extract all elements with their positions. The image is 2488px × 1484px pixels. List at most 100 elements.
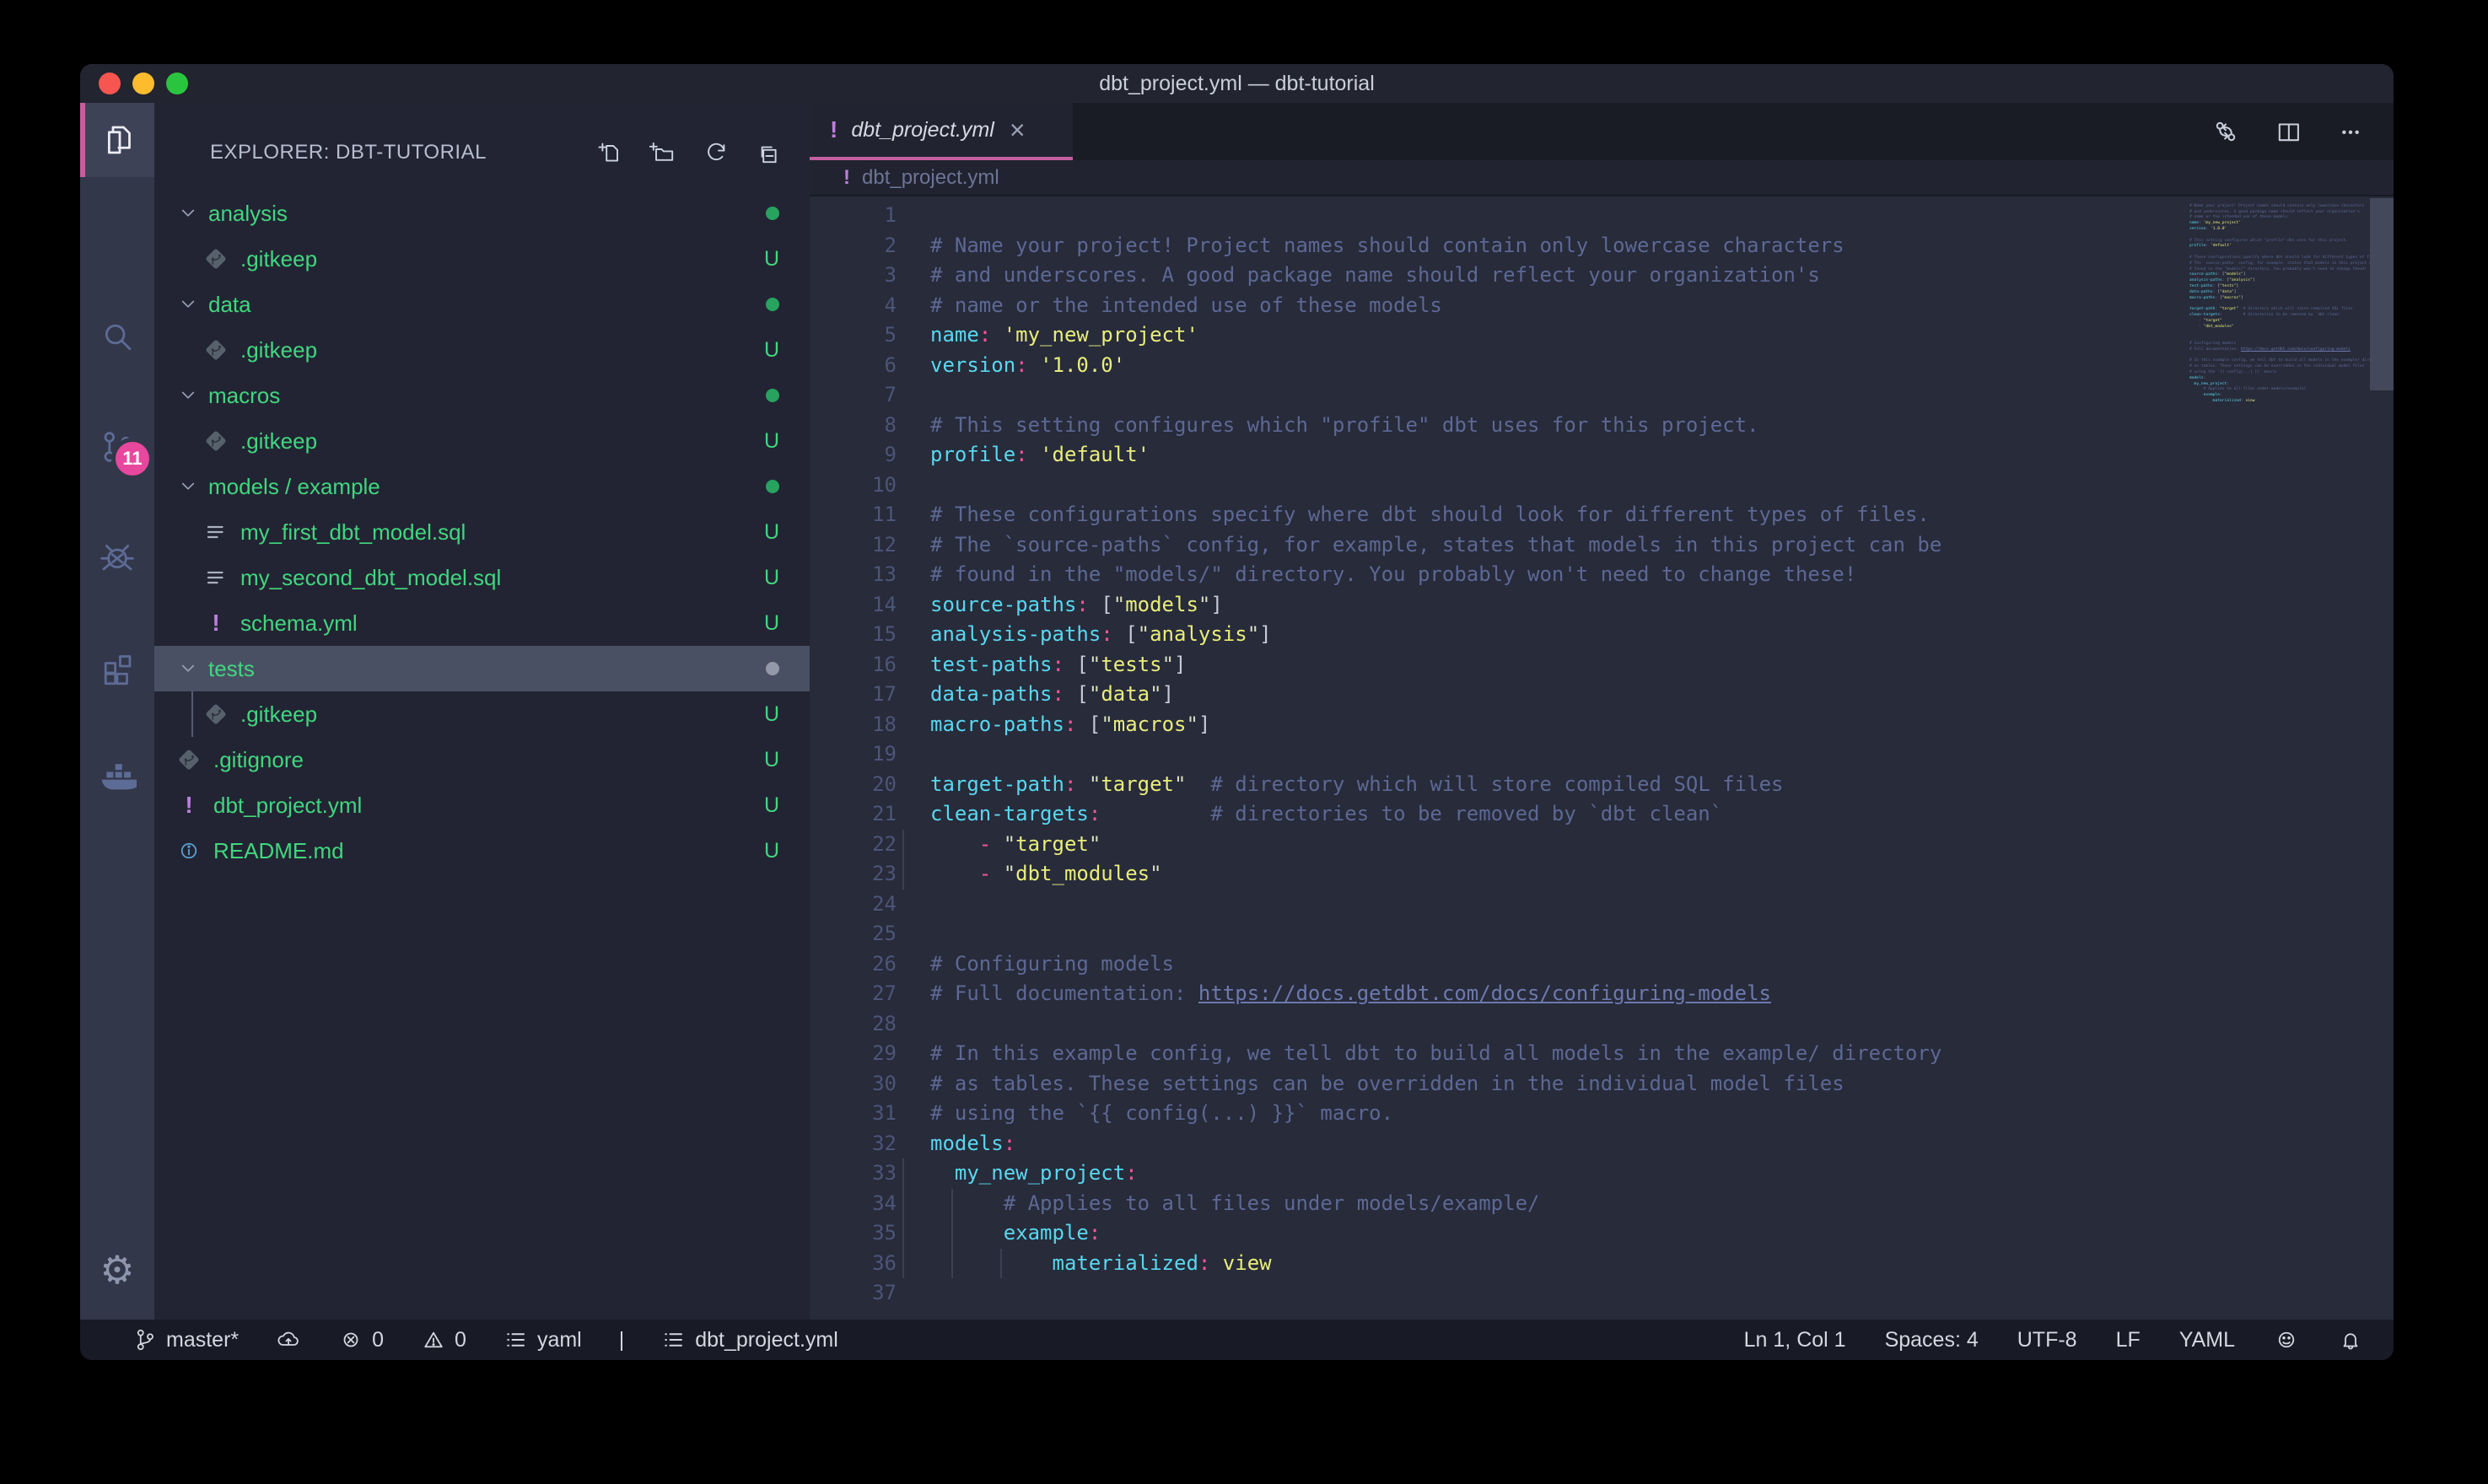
status-cursor-position[interactable]: Ln 1, Col 1: [1744, 1328, 1846, 1352]
extensions-icon: [98, 647, 137, 686]
code-line-1[interactable]: 1: [810, 201, 2183, 231]
tree-folder-tests[interactable]: tests: [154, 646, 810, 691]
code-line-20[interactable]: 20target-path: "target" # directory whic…: [810, 770, 2183, 800]
breadcrumb-item-file[interactable]: dbt_project.yml: [862, 166, 999, 190]
code-line-17[interactable]: 17data-paths: ["data"]: [810, 680, 2183, 710]
close-tab-icon[interactable]: ×: [1010, 116, 1026, 143]
code-line-9[interactable]: 9profile: 'default': [810, 440, 2183, 470]
status-encoding[interactable]: UTF-8: [2017, 1328, 2077, 1352]
split-editor-button-icon[interactable]: [2274, 117, 2302, 146]
code-line-12[interactable]: 12# The `source-paths` config, for examp…: [810, 530, 2183, 561]
tree-folder-data[interactable]: data: [154, 282, 810, 327]
code-area[interactable]: 12# Name your project! Project names sho…: [810, 201, 2183, 1320]
tree-item-label: .gitkeep: [240, 246, 317, 272]
tree-file-my-first-dbt-model-sql[interactable]: my_first_dbt_model.sqlU: [154, 509, 810, 555]
code-line-30[interactable]: 30# as tables. These settings can be ove…: [810, 1069, 2183, 1100]
line-number: 6: [810, 351, 897, 381]
status-language-mode[interactable]: YAML: [2179, 1328, 2235, 1352]
code-line-37[interactable]: 37: [810, 1278, 2183, 1309]
tree-file--gitkeep[interactable]: .gitkeepU: [154, 327, 810, 373]
status-notifications[interactable]: [2338, 1327, 2363, 1352]
status-linter-file[interactable]: dbt_project.yml: [661, 1327, 838, 1352]
status-sync[interactable]: [276, 1327, 301, 1352]
tab-label: dbt_project.yml: [851, 118, 994, 142]
open-changes-button-icon[interactable]: [2211, 117, 2240, 146]
status-problems-warnings-label: 0: [455, 1328, 466, 1352]
activity-item-extensions[interactable]: [80, 629, 154, 703]
code-line-27[interactable]: 27# Full documentation: https://docs.get…: [810, 979, 2183, 1009]
tree-file--gitkeep[interactable]: .gitkeepU: [154, 691, 810, 737]
tree-folder-analysis[interactable]: analysis: [154, 191, 810, 236]
activity-item-search[interactable]: [80, 300, 154, 374]
code-line-19[interactable]: 19: [810, 739, 2183, 770]
code-line-16[interactable]: 16test-paths: ["tests"]: [810, 650, 2183, 680]
code-line-13[interactable]: 13# found in the "models/" directory. Yo…: [810, 560, 2183, 590]
scrollbar-thumb[interactable]: [2370, 198, 2394, 390]
tree-file--gitkeep[interactable]: .gitkeepU: [154, 236, 810, 282]
tree-folder-macros[interactable]: macros: [154, 373, 810, 418]
status-feedback[interactable]: [2274, 1327, 2299, 1352]
code-line-35[interactable]: 35 example:: [810, 1218, 2183, 1249]
status-linter-yaml[interactable]: yaml: [504, 1327, 582, 1352]
status-problems-errors[interactable]: 0: [338, 1327, 384, 1352]
code-line-3[interactable]: 3# and underscores. A good package name …: [810, 261, 2183, 291]
code-line-21[interactable]: 21clean-targets: # directories to be rem…: [810, 799, 2183, 830]
close-window-button[interactable]: [99, 73, 121, 94]
settings-gear-button[interactable]: ⚙: [80, 1240, 154, 1299]
explorer-title: EXPLORER: DBT-TUTORIAL: [210, 141, 487, 164]
editor[interactable]: 12# Name your project! Project names sho…: [810, 196, 2394, 1320]
code-line-33[interactable]: 33 my_new_project:: [810, 1159, 2183, 1189]
code-line-15[interactable]: 15analysis-paths: ["analysis"]: [810, 620, 2183, 650]
status-indentation[interactable]: Spaces: 4: [1885, 1328, 1979, 1352]
code-line-8[interactable]: 8# This setting configures which "profil…: [810, 411, 2183, 441]
code-line-23[interactable]: 23 - "dbt_modules": [810, 859, 2183, 890]
code-line-4[interactable]: 4# name or the intended use of these mod…: [810, 291, 2183, 321]
tree-file-schema-yml[interactable]: !schema.ymlU: [154, 600, 810, 646]
code-line-26[interactable]: 26# Configuring models: [810, 949, 2183, 980]
code-line-11[interactable]: 11# These configurations specify where d…: [810, 500, 2183, 530]
more-actions-button-icon[interactable]: [2336, 117, 2365, 146]
minimap-line: models:: [2186, 376, 2370, 382]
status-problems-warnings[interactable]: 0: [421, 1327, 466, 1352]
maximize-window-button[interactable]: [166, 73, 188, 94]
tree-file--gitignore[interactable]: .gitignoreU: [154, 737, 810, 782]
code-line-14[interactable]: 14source-paths: ["models"]: [810, 590, 2183, 621]
code-line-34[interactable]: 34 # Applies to all files under models/e…: [810, 1189, 2183, 1219]
new-folder-button-icon[interactable]: [649, 139, 676, 166]
cloud-up-icon: [276, 1327, 301, 1352]
code-line-22[interactable]: 22 - "target": [810, 830, 2183, 860]
code-line-18[interactable]: 18macro-paths: ["macros"]: [810, 710, 2183, 740]
line-number: 32: [810, 1129, 897, 1159]
breadcrumb[interactable]: ! dbt_project.yml: [810, 160, 2394, 196]
tab-dbt-project-yml[interactable]: ! dbt_project.yml ×: [810, 103, 1073, 160]
code-line-10[interactable]: 10: [810, 470, 2183, 501]
code-line-2[interactable]: 2# Name your project! Project names shou…: [810, 231, 2183, 261]
tree-file-readme-md[interactable]: README.mdU: [154, 828, 810, 874]
code-line-24[interactable]: 24: [810, 890, 2183, 920]
new-file-button-icon[interactable]: [597, 139, 624, 166]
code-line-36[interactable]: 36 materialized: view: [810, 1249, 2183, 1279]
code-line-5[interactable]: 5name: 'my_new_project': [810, 320, 2183, 351]
refresh-explorer-button-icon[interactable]: [702, 139, 729, 166]
git-status-dot: [766, 298, 779, 311]
status-git-branch[interactable]: master*: [132, 1327, 239, 1352]
code-line-29[interactable]: 29# In this example config, we tell dbt …: [810, 1039, 2183, 1069]
activity-item-docker[interactable]: [80, 739, 154, 813]
minimap[interactable]: # Name your project! Project names shoul…: [2186, 198, 2370, 1320]
activity-item-source-control[interactable]: 11: [80, 410, 154, 484]
tree-folder-models-example[interactable]: models / example: [154, 464, 810, 509]
code-line-28[interactable]: 28: [810, 1009, 2183, 1040]
status-eol[interactable]: LF: [2116, 1328, 2141, 1352]
tree-file-dbt-project-yml[interactable]: !dbt_project.ymlU: [154, 782, 810, 828]
code-line-25[interactable]: 25: [810, 919, 2183, 949]
minimize-window-button[interactable]: [132, 73, 154, 94]
code-line-31[interactable]: 31# using the `{{ config(...) }}` macro.: [810, 1099, 2183, 1129]
tree-file--gitkeep[interactable]: .gitkeepU: [154, 418, 810, 464]
collapse-folders-button-icon[interactable]: [754, 139, 781, 166]
activity-item-debug[interactable]: [80, 519, 154, 594]
code-line-32[interactable]: 32models:: [810, 1129, 2183, 1159]
tree-file-my-second-dbt-model-sql[interactable]: my_second_dbt_model.sqlU: [154, 555, 810, 600]
code-line-7[interactable]: 7: [810, 380, 2183, 411]
activity-item-explorer[interactable]: [80, 103, 154, 177]
code-line-6[interactable]: 6version: '1.0.0': [810, 351, 2183, 381]
